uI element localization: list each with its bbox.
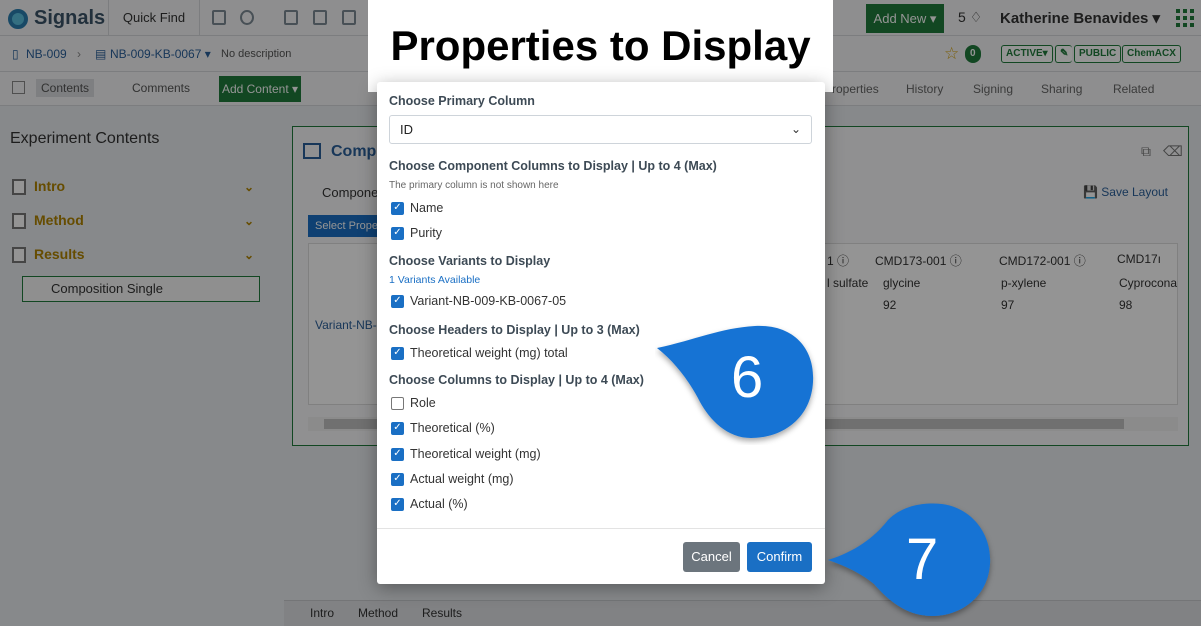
tutorial-title: Properties to Display <box>390 22 811 69</box>
checkbox-checked-icon[interactable]: ✓ <box>391 294 404 308</box>
checkbox-checked-icon[interactable]: ✓ <box>391 497 404 511</box>
checkbox-label: Theoretical (%) <box>410 421 495 435</box>
primary-column-select[interactable]: ID ⌄ <box>389 115 812 144</box>
checkbox-variant[interactable]: ✓ Variant-NB-009-KB-0067-05 <box>391 293 566 309</box>
cancel-button[interactable]: Cancel <box>683 542 740 572</box>
checkbox-label: Theoretical weight (mg) <box>410 447 541 461</box>
variants-available-link[interactable]: 1 Variants Available <box>389 274 480 286</box>
component-columns-heading: Choose Component Columns to Display | Up… <box>389 159 717 173</box>
primary-column-value: ID <box>400 122 413 137</box>
checkbox-unchecked-icon[interactable] <box>391 396 404 410</box>
checkbox-checked-icon[interactable]: ✓ <box>391 447 404 461</box>
modal-footer-divider <box>377 528 825 529</box>
variants-heading: Choose Variants to Display <box>389 254 551 268</box>
checkbox-checked-icon[interactable]: ✓ <box>391 201 404 215</box>
confirm-button[interactable]: Confirm <box>747 542 812 572</box>
callout-number: 6 <box>731 345 764 410</box>
checkbox-purity[interactable]: ✓ Purity <box>391 225 442 241</box>
tutorial-title-banner: Properties to Display <box>368 0 833 92</box>
checkbox-label: Actual (%) <box>410 497 468 511</box>
callout-7: 7 <box>826 500 996 622</box>
callout-6: 6 <box>655 320 820 445</box>
checkbox-checked-icon[interactable]: ✓ <box>391 421 404 435</box>
checkbox-checked-icon[interactable]: ✓ <box>391 472 404 486</box>
checkbox-role[interactable]: Role <box>391 395 436 411</box>
checkbox-label: Purity <box>410 226 442 240</box>
checkbox-actual-weight[interactable]: ✓ Actual weight (mg) <box>391 471 514 487</box>
callout-number: 7 <box>906 527 939 592</box>
primary-column-heading: Choose Primary Column <box>389 94 535 108</box>
checkbox-actual-percent[interactable]: ✓ Actual (%) <box>391 496 468 512</box>
checkbox-label: Theoretical weight (mg) total <box>410 346 568 360</box>
checkbox-label: Variant-NB-009-KB-0067-05 <box>410 294 567 308</box>
checkbox-theoretical-percent[interactable]: ✓ Theoretical (%) <box>391 420 495 436</box>
checkbox-name[interactable]: ✓ Name <box>391 200 443 216</box>
checkbox-theoretical-weight[interactable]: ✓ Theoretical weight (mg) <box>391 446 541 462</box>
checkbox-label: Actual weight (mg) <box>410 472 514 486</box>
checkbox-checked-icon[interactable]: ✓ <box>391 226 404 240</box>
chevron-down-icon: ⌄ <box>790 122 801 136</box>
checkbox-label: Name <box>410 201 444 215</box>
checkbox-label: Role <box>410 396 436 410</box>
checkbox-theoretical-weight-total[interactable]: ✓ Theoretical weight (mg) total <box>391 345 568 361</box>
columns-heading: Choose Columns to Display | Up to 4 (Max… <box>389 373 644 387</box>
component-columns-note: The primary column is not shown here <box>389 180 559 191</box>
headers-heading: Choose Headers to Display | Up to 3 (Max… <box>389 323 640 337</box>
checkbox-checked-icon[interactable]: ✓ <box>391 346 404 360</box>
